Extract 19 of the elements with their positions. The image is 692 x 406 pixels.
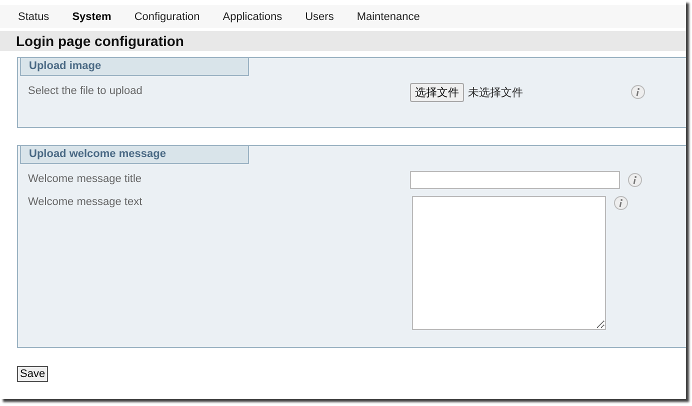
nav-tab[interactable]: Users bbox=[295, 10, 344, 22]
save-button[interactable]: Save bbox=[17, 366, 48, 382]
info-icon[interactable] bbox=[631, 85, 645, 99]
field-label: Welcome message title bbox=[28, 173, 143, 185]
choose-file-button[interactable]: 选择文件 bbox=[410, 83, 464, 102]
info-icon[interactable] bbox=[614, 196, 628, 210]
nav-tab[interactable]: System bbox=[62, 10, 122, 22]
section-legend: Upload image bbox=[20, 57, 249, 76]
nav-tab[interactable]: Configuration bbox=[124, 10, 210, 22]
field-label: Welcome message text bbox=[28, 196, 144, 208]
nav-tab[interactable]: Maintenance bbox=[346, 10, 430, 22]
page-title: Login page configuration bbox=[16, 33, 184, 49]
input-field[interactable] bbox=[410, 171, 620, 189]
nav-tab[interactable]: Applications bbox=[212, 10, 292, 22]
section-legend: Upload welcome message bbox=[20, 145, 249, 164]
file-status: 未选择文件 bbox=[468, 85, 523, 100]
info-icon[interactable] bbox=[628, 173, 642, 187]
field-label: Select the file to upload bbox=[28, 85, 144, 97]
nav-tab[interactable]: Status bbox=[8, 10, 60, 22]
